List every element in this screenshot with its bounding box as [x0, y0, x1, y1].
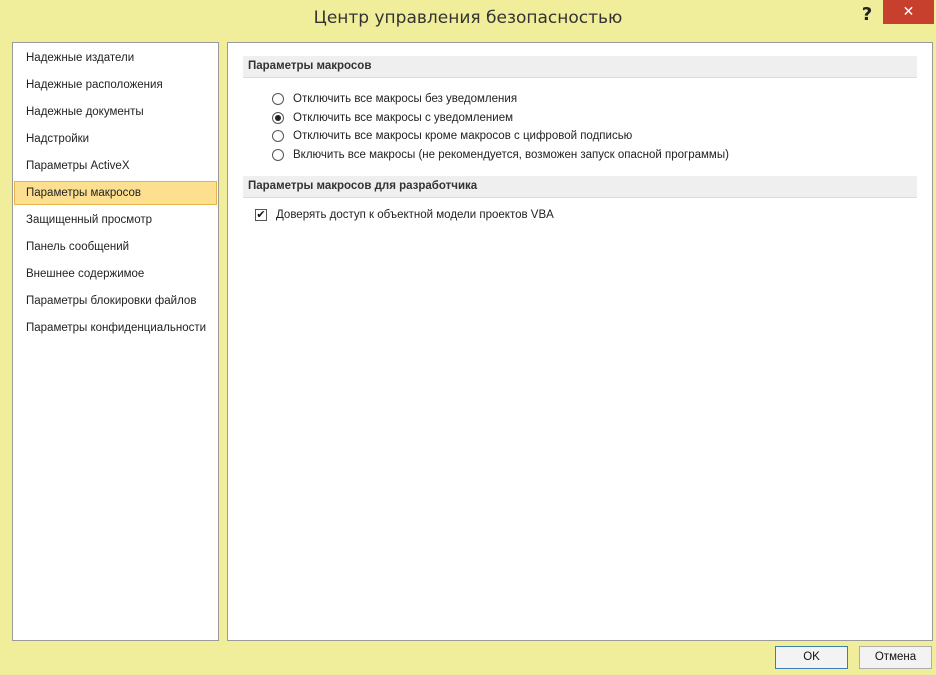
ok-button[interactable]: OK — [775, 646, 848, 669]
help-button[interactable]: ? — [852, 2, 882, 28]
main-panel: Параметры макросов Отключить все макросы… — [227, 42, 933, 641]
option-label: Включить все макросы (не рекомендуется, … — [293, 149, 729, 161]
window-title: Центр управления безопасностью — [313, 8, 623, 28]
sidebar: Надежные издатели Надежные расположения … — [12, 42, 219, 641]
developer-settings-header: Параметры макросов для разработчика — [243, 176, 917, 198]
option-label: Доверять доступ к объектной модели проек… — [276, 209, 554, 221]
radio-button[interactable] — [272, 130, 284, 142]
sidebar-item-addins[interactable]: Надстройки — [14, 127, 217, 151]
sidebar-item-trusted-publishers[interactable]: Надежные издатели — [14, 46, 217, 70]
radio-button[interactable] — [272, 93, 284, 105]
title-bar: Центр управления безопасностью ? ✕ — [0, 0, 936, 36]
cancel-button[interactable]: Отмена — [859, 646, 932, 669]
macro-settings-header: Параметры макросов — [243, 56, 917, 78]
sidebar-item-trusted-documents[interactable]: Надежные документы — [14, 100, 217, 124]
close-button[interactable]: ✕ — [883, 0, 934, 24]
sidebar-item-activex[interactable]: Параметры ActiveX — [14, 154, 217, 178]
radio-button-selected[interactable] — [272, 112, 284, 124]
sidebar-item-macro-settings[interactable]: Параметры макросов — [14, 181, 217, 205]
option-label: Отключить все макросы с уведомлением — [293, 112, 513, 124]
sidebar-item-privacy[interactable]: Параметры конфиденциальности — [14, 316, 217, 340]
trust-vba-checkbox[interactable]: ✔ — [255, 209, 267, 221]
radio-button[interactable] — [272, 149, 284, 161]
option-label: Отключить все макросы без уведомления — [293, 93, 518, 105]
sidebar-item-file-block[interactable]: Параметры блокировки файлов — [14, 289, 217, 313]
sidebar-item-protected-view[interactable]: Защищенный просмотр — [14, 208, 217, 232]
option-label: Отключить все макросы кроме макросов с ц… — [293, 130, 633, 142]
sidebar-item-message-bar[interactable]: Панель сообщений — [14, 235, 217, 259]
sidebar-item-trusted-locations[interactable]: Надежные расположения — [14, 73, 217, 97]
sidebar-item-external-content[interactable]: Внешнее содержимое — [14, 262, 217, 286]
